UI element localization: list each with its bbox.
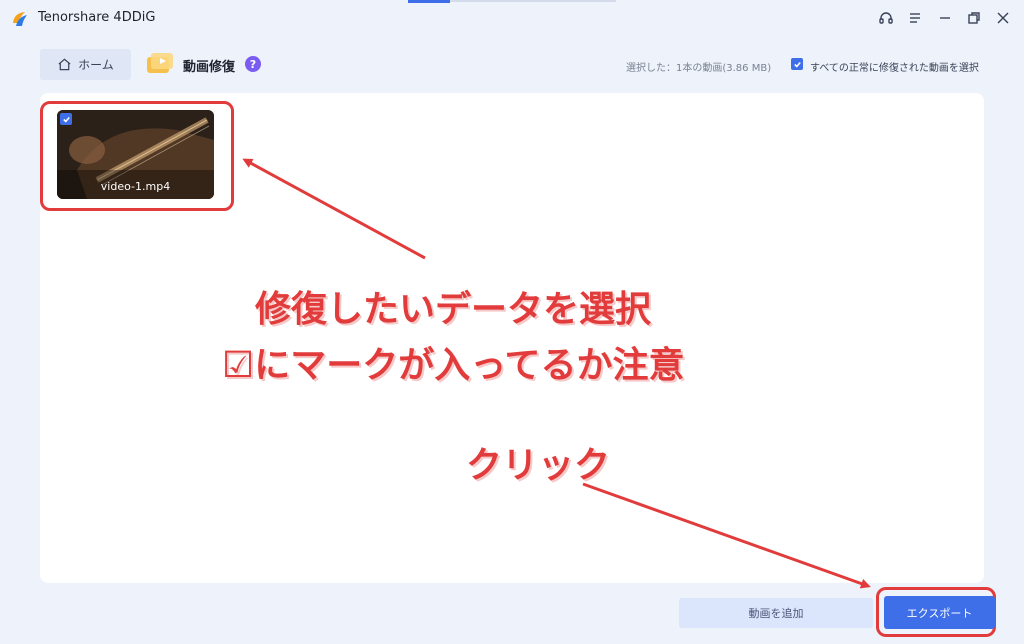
check-icon	[793, 61, 801, 68]
select-all-checkbox[interactable]	[791, 58, 803, 70]
video-repair-module-icon	[147, 53, 173, 73]
headset-icon[interactable]	[877, 9, 895, 27]
home-icon	[58, 58, 71, 71]
module-title: 動画修復	[183, 60, 236, 75]
app-logo-icon	[13, 12, 27, 26]
home-button[interactable]: ホーム	[40, 49, 131, 80]
export-button[interactable]: エクスポート	[884, 596, 995, 629]
add-video-button[interactable]: 動画を追加	[679, 598, 873, 628]
top-tab-indicator	[408, 0, 450, 3]
top-tab-divider	[450, 0, 616, 2]
annotation-instruction-line2: ☑にマークが入ってるか注意	[222, 345, 685, 386]
minimize-icon[interactable]	[936, 9, 954, 27]
restore-icon[interactable]	[965, 9, 983, 27]
annotation-instruction-line1: 修復したいデータを選択	[255, 289, 652, 330]
help-symbol: ?	[249, 57, 257, 71]
close-icon[interactable]	[994, 9, 1012, 27]
add-video-label: 動画を追加	[748, 607, 804, 620]
menu-icon[interactable]	[906, 9, 924, 27]
video-highlight-box	[40, 101, 234, 211]
annotation-click-label: クリック	[466, 445, 611, 486]
home-button-label: ホーム	[78, 58, 114, 72]
export-label: エクスポート	[906, 606, 973, 620]
app-title: Tenorshare 4DDiG	[38, 10, 156, 25]
selected-info: 選択した：1本の動画(3.86 MB)	[626, 63, 772, 74]
help-icon[interactable]: ?	[245, 56, 261, 72]
title-bar: Tenorshare 4DDiG	[0, 0, 1024, 36]
select-all-label[interactable]: すべての正常に修復された動画を選択	[810, 59, 979, 74]
